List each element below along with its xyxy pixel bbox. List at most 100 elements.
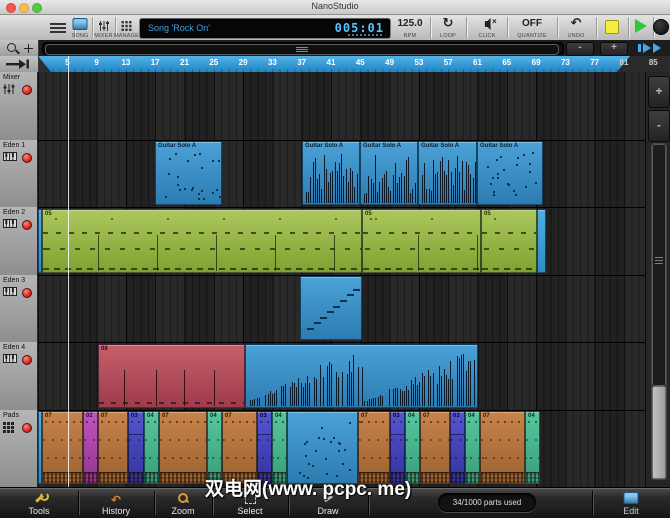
- pattern-dashes: [363, 209, 480, 272]
- clip-blue[interactable]: [245, 343, 478, 408]
- clip-label: Guitar Solo A: [421, 143, 460, 149]
- midi-note-dot: [304, 455, 307, 458]
- note-line: [354, 187, 356, 203]
- note-line: [300, 383, 302, 406]
- track-header-mixer[interactable]: Mixer: [0, 72, 38, 141]
- h-zoom-out-button[interactable]: -: [566, 42, 594, 56]
- zoom-tool-cell[interactable]: [0, 40, 39, 57]
- midi-note-dot: [324, 457, 327, 460]
- clip-blue[interactable]: [300, 276, 362, 340]
- track-header-eden-1[interactable]: Eden 1: [0, 139, 38, 208]
- edit-button[interactable]: Edit: [598, 488, 664, 518]
- clip-03[interactable]: 03: [128, 411, 144, 484]
- note-line: [397, 388, 399, 406]
- note-line: [412, 188, 414, 203]
- undo-button[interactable]: ↶ UNDO: [558, 15, 594, 40]
- clip-guitar-solo-a[interactable]: Guitar Solo A: [360, 141, 418, 205]
- manage-button[interactable]: MANAGE: [114, 15, 139, 40]
- clip-07[interactable]: 07: [98, 411, 128, 484]
- note-line: [417, 384, 419, 406]
- h-zoom-in-button[interactable]: +: [600, 42, 628, 56]
- note-line: [406, 385, 408, 406]
- note-line: [338, 377, 339, 406]
- clip-02[interactable]: 02: [83, 411, 98, 484]
- v-zoom-out-button[interactable]: -: [648, 110, 670, 142]
- play-button[interactable]: [628, 15, 652, 40]
- clip-guitar-solo-a[interactable]: Guitar Solo A: [418, 141, 477, 205]
- clip-04[interactable]: 04: [525, 411, 540, 484]
- song-title-field[interactable]: Song 'Rock On' 005:01: [139, 18, 391, 39]
- ruler-bar-number: 61: [473, 58, 482, 67]
- track-header-eden-3[interactable]: Eden 3: [0, 274, 38, 343]
- clip-guitar-solo-a[interactable]: Guitar Solo A: [302, 141, 360, 205]
- v-zoom-in-button[interactable]: +: [648, 76, 670, 108]
- note-line: [377, 396, 379, 406]
- clip-guitar-solo-a[interactable]: Guitar Solo A: [477, 141, 543, 205]
- midi-note-dot: [500, 156, 503, 159]
- section-line: [157, 235, 158, 271]
- ruler-bar-number: 65: [502, 58, 512, 67]
- clip-07[interactable]: 07: [42, 411, 83, 484]
- record-arm-button[interactable]: [22, 355, 32, 365]
- record-arm-button[interactable]: [22, 220, 32, 230]
- note-line: [408, 157, 409, 203]
- playhead[interactable]: [68, 56, 69, 487]
- clip-guitar-solo-a[interactable]: Guitar Solo A: [155, 141, 222, 205]
- clip-label: 04: [468, 413, 475, 419]
- locator-cell[interactable]: [0, 56, 39, 72]
- note-line: [305, 382, 306, 406]
- ruler-bar-number: 33: [267, 58, 277, 67]
- v-scrollbar-range[interactable]: [652, 144, 666, 386]
- clip-08[interactable]: 08: [98, 343, 245, 408]
- history-icon: ↶: [110, 493, 122, 507]
- midi-note-dot: [528, 162, 531, 165]
- ruler-bar-number: 29: [238, 58, 248, 67]
- record-arm-button[interactable]: [22, 287, 32, 298]
- record-arm-button[interactable]: [22, 152, 32, 163]
- h-scrollbar-thumb[interactable]: [45, 44, 559, 55]
- h-scrollbar-track[interactable]: [42, 42, 564, 55]
- pattern-bottom-band: [84, 472, 97, 483]
- note-line: [371, 399, 372, 406]
- record-button[interactable]: [652, 15, 670, 40]
- clip-04[interactable]: 04: [144, 411, 159, 484]
- clip-07[interactable]: 07: [159, 411, 207, 484]
- note-line: [375, 398, 377, 406]
- song-view-icon: [72, 18, 88, 30]
- clip-05[interactable]: 05: [42, 208, 362, 273]
- track-name: Eden 1: [3, 141, 26, 149]
- midi-note-dot: [217, 160, 220, 163]
- timeline-ruler[interactable]: 5913172125293337414549535761656973778185: [0, 56, 670, 73]
- play-icon: [634, 19, 647, 33]
- follow-playhead-button[interactable]: [636, 43, 666, 53]
- clip-05[interactable]: 05: [481, 208, 537, 273]
- record-arm-button[interactable]: [22, 422, 32, 433]
- note-line: [433, 159, 434, 203]
- midi-note-dot: [495, 158, 498, 161]
- clip-07[interactable]: 07: [480, 411, 525, 484]
- clip-04[interactable]: 04: [465, 411, 480, 484]
- note-line: [419, 382, 421, 406]
- keys-icon: [3, 151, 17, 161]
- track-header-eden-4[interactable]: Eden 4: [0, 342, 38, 411]
- stop-button[interactable]: [598, 15, 626, 40]
- midi-note-dot: [197, 192, 200, 195]
- history-tool-button[interactable]: ↶ History: [78, 488, 154, 518]
- v-scrollbar-track[interactable]: [651, 143, 667, 480]
- tools-tool-button[interactable]: Tools: [0, 488, 78, 518]
- note-line: [439, 365, 441, 406]
- clip-sliver[interactable]: [537, 208, 546, 273]
- track-header-pads[interactable]: Pads: [0, 409, 38, 488]
- record-arm-button[interactable]: [22, 85, 32, 95]
- window-title: NanoStudio: [311, 1, 359, 11]
- v-scrollbar-thumb[interactable]: [652, 386, 666, 479]
- zoom-tool-button[interactable]: Zoom: [154, 488, 212, 518]
- clip-label: 02: [86, 413, 93, 419]
- midi-note-dot: [315, 449, 318, 452]
- track-header-eden-2[interactable]: Eden 2: [0, 207, 38, 276]
- note-line: [317, 179, 318, 203]
- note-line: [408, 389, 410, 406]
- clip-05[interactable]: 05: [362, 208, 481, 273]
- arrangement-area[interactable]: Guitar Solo A Guitar Solo A Guitar Solo A G…: [38, 72, 645, 487]
- note-line: [325, 169, 327, 203]
